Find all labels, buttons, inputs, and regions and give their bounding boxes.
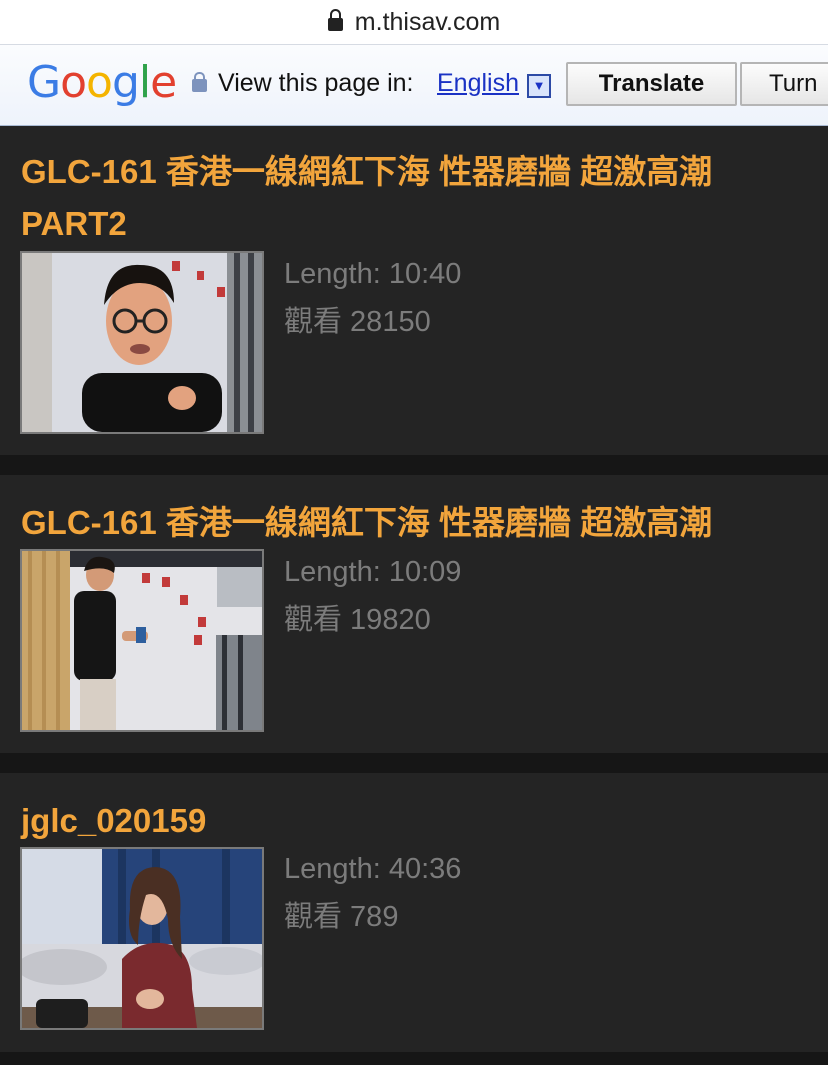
video-length: Length: 40:36 [284,853,462,885]
video-title-link[interactable]: jglc_020159 [21,795,811,847]
language-select-link[interactable]: English [437,69,519,98]
video-length: Length: 10:09 [284,556,462,588]
video-views: 觀看 28150 [284,306,431,338]
video-views: 觀看 789 [284,901,399,933]
video-thumbnail[interactable] [20,251,264,434]
video-views: 觀看 19820 [284,604,431,636]
video-card[interactable]: GLC-161 香港一線網紅下海 性器磨牆 超激高潮 Length: 10:09… [0,475,828,753]
video-card[interactable]: jglc_020159 Length: 40:36 觀看 789 [0,773,828,1052]
url-text: m.thisav.com [354,7,501,36]
video-thumbnail[interactable] [20,549,264,732]
turn-off-button[interactable]: Turn [740,62,828,106]
lock-icon [327,9,343,31]
video-title-link[interactable]: GLC-161 香港一線網紅下海 性器磨牆 超激高潮 PART2 [21,146,811,250]
chevron-down-icon[interactable]: ▼ [527,74,551,98]
video-length: Length: 10:40 [284,258,462,290]
secure-lock-icon [192,72,207,92]
video-title-link[interactable]: GLC-161 香港一線網紅下海 性器磨牆 超激高潮 [21,497,811,549]
google-logo: Google [27,57,177,108]
translate-button[interactable]: Translate [566,62,737,106]
browser-url-bar[interactable]: m.thisav.com [0,0,828,44]
video-thumbnail[interactable] [20,847,264,1030]
google-translate-bar: Google View this page in: English ▼ Tran… [0,44,828,127]
video-card[interactable]: GLC-161 香港一線網紅下海 性器磨牆 超激高潮 PART2 Length:… [0,126,828,455]
view-page-label: View this page in: [218,69,414,97]
